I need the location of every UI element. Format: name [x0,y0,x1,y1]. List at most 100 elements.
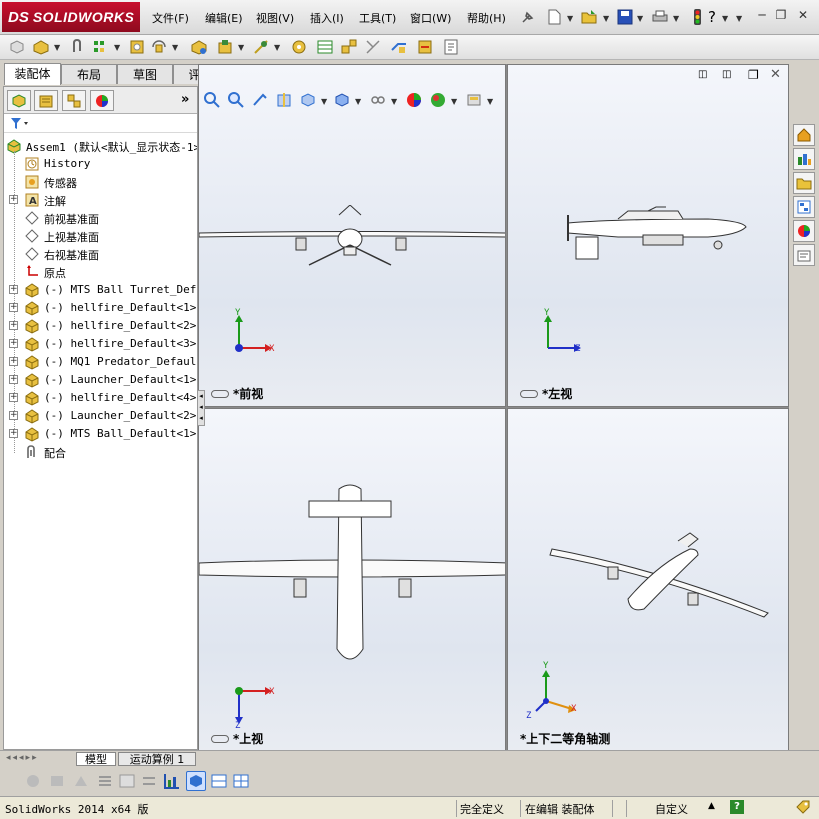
units-dropdown-icon[interactable]: ▲ [708,801,715,811]
two-view-icon[interactable] [210,772,228,790]
new-dropdown-icon[interactable]: ▼ [567,14,573,23]
options-dropdown-icon[interactable]: ▼ [736,14,742,23]
panel-splitter-grip[interactable]: ◂ ◂ ◂ [197,390,205,426]
tree-root-assembly[interactable]: Assem1 (默认<默认_显示状态-1>) [4,137,197,155]
bottom-tool-icon-1[interactable] [24,772,42,790]
tab-assembly[interactable]: 装配体 [4,63,61,85]
tab-scroll-arrows-icon[interactable]: ◂◂◂▸▸ [6,753,39,763]
menu-file[interactable]: 文件(F) [152,10,189,26]
section-view-icon[interactable] [275,91,293,112]
tree-expand-icon[interactable]: + [9,393,18,402]
tab-model[interactable]: 模型 [76,752,116,766]
linear-pattern-icon[interactable] [92,38,110,56]
bottom-tool-icon-6[interactable] [140,772,158,790]
viewport-maximize-icon[interactable]: ❐ [748,68,759,82]
print-icon[interactable] [651,8,669,26]
new-part-dropdown-icon[interactable]: ▼ [54,43,60,52]
design-library-icon[interactable] [793,148,815,170]
reference-geometry-icon[interactable] [252,38,270,56]
restore-button[interactable]: ❐ [774,8,788,22]
tree-expand-icon[interactable]: + [9,429,18,438]
property-manager-tab-icon[interactable] [34,90,58,111]
tree-item[interactable]: + (-) Launcher_Default<2> ( [4,407,197,425]
bottom-tool-icon-2[interactable] [48,772,66,790]
view-orientation-icon[interactable] [299,91,317,112]
move-dropdown-icon[interactable]: ▼ [172,43,178,52]
save-icon[interactable] [616,8,634,26]
quick-tips-help-icon[interactable]: ? [730,800,744,814]
tree-expand-icon[interactable]: + [9,321,18,330]
assembly-features-icon[interactable] [216,38,234,56]
clearance-verification-icon[interactable] [416,38,434,56]
tree-expand-icon[interactable]: + [9,303,18,312]
feature-tree-tab-icon[interactable] [7,90,31,111]
solidworks-resources-icon[interactable] [793,124,815,146]
bottom-chart-icon[interactable] [163,772,181,790]
pattern-dropdown-icon[interactable]: ▼ [114,43,120,52]
status-custom-units[interactable]: 自定义 [655,801,688,817]
tree-item[interactable]: 上视基准面 [4,227,197,245]
menu-edit[interactable]: 编辑(E) [205,10,243,26]
viewport-close-icon[interactable]: ✕ [770,67,781,82]
view-palette-icon[interactable] [793,196,815,218]
tree-item[interactable]: + (-) hellfire_Default<1> ( [4,299,197,317]
viewport-top[interactable]: X Z *上视 [198,408,506,752]
save-dropdown-icon[interactable]: ▼ [637,14,643,23]
tree-item[interactable]: + (-) MTS Ball_Default<1> ( [4,425,197,443]
link-views-icon[interactable] [211,734,229,743]
solidworks-logo[interactable]: DS SOLIDWORKS [2,2,140,32]
tree-item[interactable]: + (-) Launcher_Default<1> ( [4,371,197,389]
interference-detection-icon[interactable] [390,38,408,56]
features-dropdown-icon[interactable]: ▼ [238,43,244,52]
mate-paperclip-icon[interactable] [68,38,86,56]
filter-funnel-icon[interactable] [10,117,30,134]
bottom-tool-icon-3[interactable] [72,772,90,790]
tree-item[interactable]: 配合 [4,443,197,461]
menu-help[interactable]: 帮助(H) [467,10,506,26]
configuration-manager-tab-icon[interactable] [62,90,86,111]
view-settings-icon[interactable] [465,91,483,112]
menu-tools[interactable]: 工具(T) [359,10,396,26]
link-views-icon[interactable] [520,389,538,398]
hide-show-items-icon[interactable] [369,91,387,112]
tab-sketch[interactable]: 草图 [117,64,173,84]
reference-dropdown-icon[interactable]: ▼ [274,43,280,52]
link-views-icon[interactable] [211,389,229,398]
tree-item[interactable]: + A 注解 [4,191,197,209]
tree-item[interactable]: + (-) MTS Ball Turret_Default< [4,281,197,299]
apply-scene-icon[interactable] [429,91,447,112]
custom-properties-icon[interactable] [793,244,815,266]
tree-item[interactable]: + (-) hellfire_Default<3> ( [4,335,197,353]
bottom-tool-icon-5[interactable] [118,772,136,790]
tree-item[interactable]: 前视基准面 [4,209,197,227]
bill-of-materials-icon[interactable] [316,38,334,56]
four-view-icon[interactable] [232,772,250,790]
explode-line-sketch-icon[interactable] [364,38,382,56]
tree-expand-icon[interactable]: + [9,285,18,294]
close-button[interactable]: ✕ [796,8,810,22]
viewport-toggle-icon-2[interactable]: ◫ [722,69,731,80]
show-hidden-icon[interactable] [190,38,208,56]
viewport-toggle-icon-1[interactable]: ◫ [698,69,707,80]
move-component-icon[interactable] [150,38,168,56]
help-dropdown-icon[interactable]: ▼ [722,14,728,23]
viewport-left[interactable]: ◫ ◫ ❐ ✕ Y Z *左视 [507,64,789,407]
zoom-to-fit-icon[interactable] [203,91,221,112]
instant3d-icon[interactable] [442,38,460,56]
exploded-view-icon[interactable] [340,38,358,56]
rebuild-traffic-light-icon[interactable] [688,8,706,26]
single-view-icon[interactable] [186,771,206,791]
bottom-tool-icon-4[interactable] [96,772,114,790]
appearances-scenes-icon[interactable] [793,220,815,242]
orientation-dropdown-icon[interactable]: ▼ [321,97,327,106]
tree-item[interactable]: 传感器 [4,173,197,191]
graphics-area[interactable]: ▼ ▼ ▼ ▼ ▼ Y X *前视 ◫ ◫ ❐ ✕ Y Z *左视 X Z *上… [198,64,789,752]
tree-item[interactable]: 右视基准面 [4,245,197,263]
tree-expand-icon[interactable]: + [9,411,18,420]
previous-view-icon[interactable] [251,91,269,112]
minimize-button[interactable]: ─ [755,8,769,22]
tree-item[interactable]: + (-) MQ1 Predator_Default< [4,353,197,371]
display-style-icon[interactable] [333,91,351,112]
viewport-front[interactable]: ▼ ▼ ▼ ▼ ▼ Y X *前视 [198,64,506,407]
tree-item[interactable]: + (-) hellfire_Default<2> ( [4,317,197,335]
